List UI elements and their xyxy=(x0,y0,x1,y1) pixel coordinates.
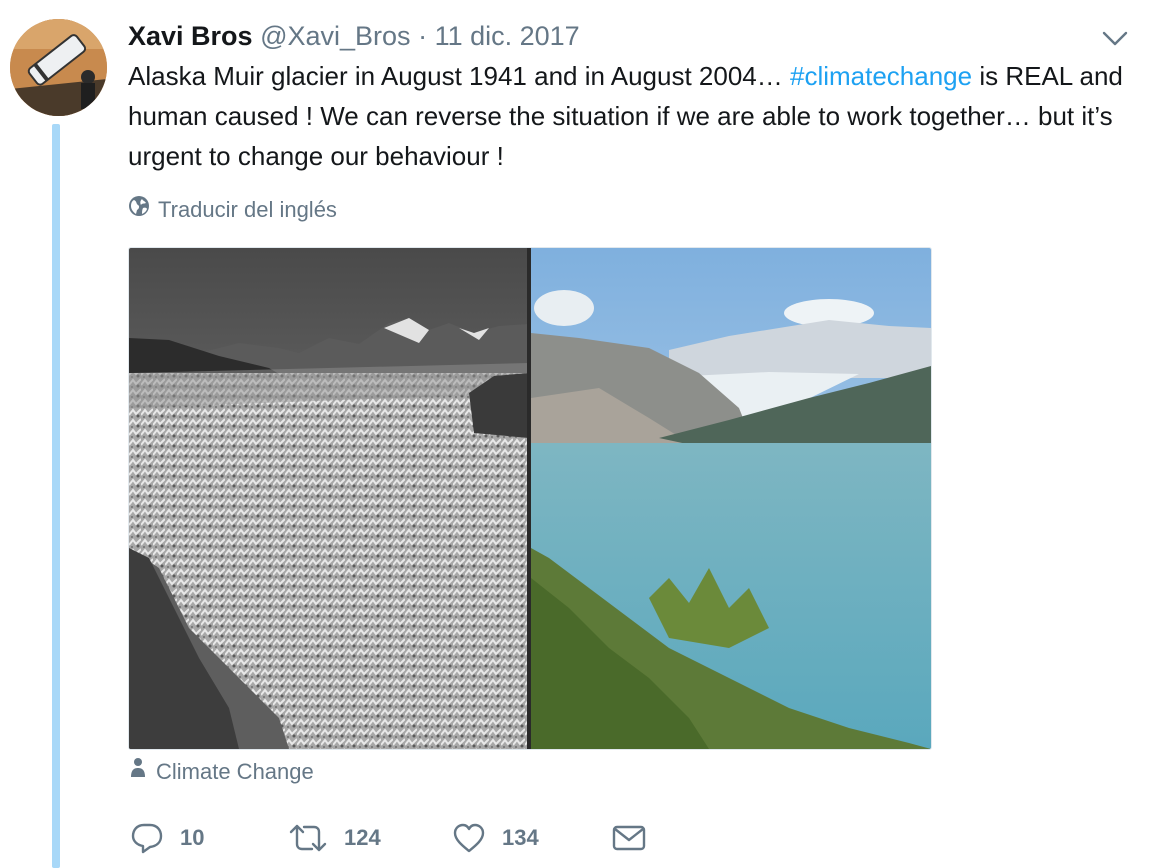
reply-icon xyxy=(130,822,164,854)
reply-count: 10 xyxy=(180,825,205,850)
retweet-count: 124 xyxy=(344,825,381,850)
tweet-text: Alaska Muir glacier in August 1941 and i… xyxy=(128,56,1138,176)
caret-down-icon[interactable] xyxy=(1099,26,1131,50)
retweet-icon xyxy=(288,822,328,854)
translate-label: Traducir del inglés xyxy=(158,197,337,222)
author-handle[interactable]: @Xavi_Bros xyxy=(260,21,410,51)
tweet-header: Xavi Bros @Xavi_Bros · 11 dic. 2017 xyxy=(128,20,580,52)
translate-link[interactable]: Traducir del inglés xyxy=(128,195,337,225)
avatar[interactable] xyxy=(10,19,107,116)
retweet-button[interactable]: 124 xyxy=(288,816,381,860)
reply-button[interactable]: 10 xyxy=(130,816,204,860)
tweet-photo[interactable] xyxy=(128,247,932,750)
media-credit: Climate Change xyxy=(130,757,314,787)
like-icon xyxy=(452,822,486,854)
tweet-date[interactable]: 11 dic. 2017 xyxy=(435,21,580,51)
like-count: 134 xyxy=(502,825,539,850)
message-icon xyxy=(612,824,646,852)
like-button[interactable]: 134 xyxy=(452,816,539,860)
direct-message-button[interactable] xyxy=(612,816,646,860)
thread-line xyxy=(52,124,60,868)
author-name[interactable]: Xavi Bros xyxy=(128,21,253,51)
globe-icon xyxy=(128,195,150,225)
person-icon xyxy=(130,757,146,787)
tweet-text-start: Alaska Muir glacier in August 1941 and i… xyxy=(128,61,790,91)
separator: · xyxy=(418,21,428,51)
hashtag-link[interactable]: #climatechange xyxy=(790,61,972,91)
media-credit-label: Climate Change xyxy=(156,759,314,784)
